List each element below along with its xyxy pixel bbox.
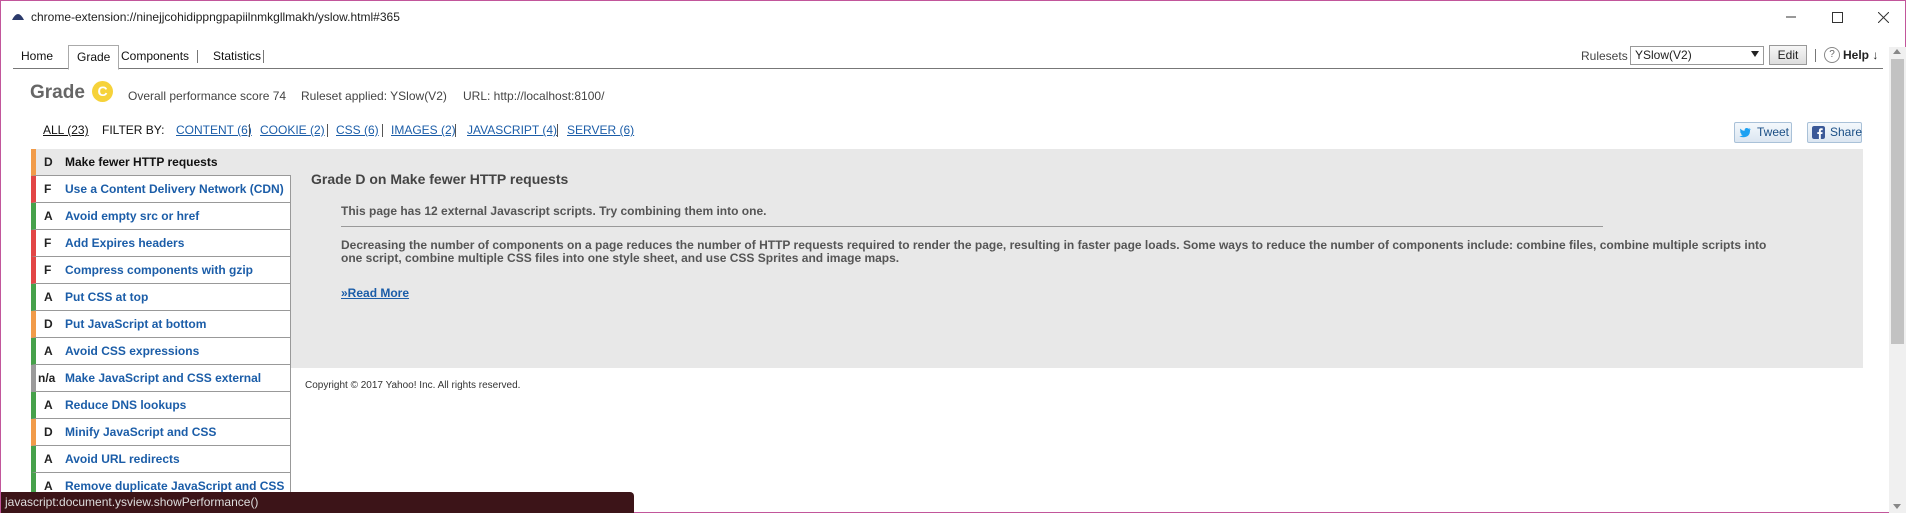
rule-grade: n/a (38, 371, 56, 385)
facebook-icon (1812, 126, 1825, 139)
scroll-down-icon[interactable] (1893, 504, 1901, 509)
status-bar: javascript:document.ysview.showPerforman… (1, 492, 634, 513)
twitter-icon (1739, 128, 1751, 138)
rule-grade: D (44, 155, 53, 169)
rule-avoid-empty-src[interactable]: A Avoid empty src or href (31, 203, 291, 230)
tab-home[interactable]: Home (13, 45, 61, 69)
rule-name[interactable]: Use a Content Delivery Network (CDN) (65, 182, 284, 196)
filter-server[interactable]: SERVER (6) (567, 123, 634, 137)
tab-divider (263, 50, 264, 63)
yslow-app-icon (12, 14, 24, 20)
filter-divider (557, 124, 558, 137)
tab-statistics[interactable]: Statistics (205, 45, 269, 69)
copyright-text: Copyright © 2017 Yahoo! Inc. All rights … (305, 380, 521, 391)
filter-divider (327, 124, 328, 137)
detail-summary: This page has 12 external Javascript scr… (341, 204, 767, 218)
page-url: URL: http://localhost:8100/ (463, 89, 605, 103)
rule-name[interactable]: Remove duplicate JavaScript and CSS (65, 479, 284, 493)
window-title: chrome-extension://ninejjcohidippngpapii… (31, 10, 400, 24)
tab-components[interactable]: Components (113, 45, 197, 69)
rule-name[interactable]: Put JavaScript at bottom (65, 317, 206, 331)
rule-make-fewer-http-requests[interactable]: D Make fewer HTTP requests (31, 149, 291, 176)
rule-name[interactable]: Minify JavaScript and CSS (65, 425, 216, 439)
chevron-down-icon (1751, 51, 1759, 57)
main-tabbar: Home Grade Components Statistics Ruleset… (13, 45, 1883, 70)
filter-divider (455, 124, 456, 137)
rule-js-at-bottom[interactable]: D Put JavaScript at bottom (31, 311, 291, 338)
rule-grade: A (44, 398, 53, 412)
rule-name[interactable]: Add Expires headers (65, 236, 184, 250)
rule-name[interactable]: Avoid URL redirects (65, 452, 180, 466)
toolbar-divider (1815, 49, 1816, 62)
rule-reduce-dns-lookups[interactable]: A Reduce DNS lookups (31, 392, 291, 419)
rule-grade: A (44, 344, 53, 358)
rule-add-expires-headers[interactable]: F Add Expires headers (31, 230, 291, 257)
close-icon[interactable] (1869, 7, 1897, 27)
maximize-icon[interactable] (1823, 7, 1851, 27)
rule-grade: A (44, 479, 53, 493)
rule-name[interactable]: Put CSS at top (65, 290, 148, 304)
ruleset-applied: Ruleset applied: YSlow(V2) (301, 89, 447, 103)
ruleset-select[interactable]: YSlow(V2) (1630, 46, 1764, 65)
ruleset-select-value: YSlow(V2) (1635, 48, 1692, 62)
tab-grade[interactable]: Grade (68, 45, 120, 70)
rule-grade: D (44, 317, 53, 331)
help-menu[interactable]: Help ↓ (1843, 48, 1878, 62)
tweet-button[interactable]: Tweet (1734, 122, 1792, 143)
rule-name[interactable]: Reduce DNS lookups (65, 398, 186, 412)
vertical-scrollbar[interactable] (1889, 47, 1906, 513)
tweet-label: Tweet (1757, 125, 1790, 139)
grade-heading: Grade (30, 82, 85, 103)
rules-list: D Make fewer HTTP requests F Use a Conte… (31, 149, 291, 500)
filter-divider (382, 124, 383, 137)
filter-all[interactable]: ALL (23) (43, 123, 89, 137)
filter-cookie[interactable]: COOKIE (2) (260, 123, 325, 137)
filter-css[interactable]: CSS (6) (336, 123, 379, 137)
rule-grade: A (44, 209, 53, 223)
rule-external-js-css[interactable]: n/a Make JavaScript and CSS external (31, 365, 291, 392)
rule-name[interactable]: Avoid CSS expressions (65, 344, 199, 358)
help-icon[interactable]: ? (1824, 47, 1840, 63)
rule-grade: A (44, 452, 53, 466)
window-titlebar: chrome-extension://ninejjcohidippngpapii… (1, 1, 1905, 33)
rule-name[interactable]: Compress components with gzip (65, 263, 253, 277)
rule-compress-gzip[interactable]: F Compress components with gzip (31, 257, 291, 284)
detail-divider (341, 226, 1603, 227)
rule-avoid-css-expressions[interactable]: A Avoid CSS expressions (31, 338, 291, 365)
rule-avoid-url-redirects[interactable]: A Avoid URL redirects (31, 446, 291, 473)
edit-ruleset-button[interactable]: Edit (1769, 45, 1807, 65)
filter-by-label: FILTER BY: (102, 123, 165, 137)
rule-grade: A (44, 290, 53, 304)
rule-name: Make fewer HTTP requests (65, 155, 218, 169)
detail-description: Decreasing the number of components on a… (341, 238, 1767, 265)
rule-grade: D (44, 425, 53, 439)
filter-content[interactable]: CONTENT (6) (176, 123, 252, 137)
detail-title: Grade D on Make fewer HTTP requests (311, 171, 569, 187)
rule-grade: F (44, 182, 52, 196)
rule-grade: F (44, 263, 52, 277)
share-button[interactable]: Share (1807, 122, 1862, 143)
overall-score: Overall performance score 74 (128, 89, 287, 103)
rule-name[interactable]: Avoid empty src or href (65, 209, 199, 223)
rule-grade: F (44, 236, 52, 250)
grade-badge: C (92, 81, 113, 102)
rule-minify-js-css[interactable]: D Minify JavaScript and CSS (31, 419, 291, 446)
share-label: Share (1830, 125, 1863, 139)
filter-images[interactable]: IMAGES (2) (391, 123, 456, 137)
rule-detail-panel: Grade D on Make fewer HTTP requests This… (291, 149, 1863, 368)
rulesets-label: Rulesets (1581, 49, 1628, 63)
filter-divider (249, 124, 250, 137)
rule-use-cdn[interactable]: F Use a Content Delivery Network (CDN) (31, 176, 291, 203)
rule-name[interactable]: Make JavaScript and CSS external (65, 371, 261, 385)
scroll-up-icon[interactable] (1893, 49, 1901, 54)
minimize-icon[interactable] (1777, 7, 1805, 27)
tab-divider (197, 50, 198, 63)
rule-css-at-top[interactable]: A Put CSS at top (31, 284, 291, 311)
scrollbar-thumb[interactable] (1891, 59, 1904, 344)
filter-javascript[interactable]: JAVASCRIPT (4) (467, 123, 557, 137)
read-more-link[interactable]: »Read More (341, 286, 409, 300)
